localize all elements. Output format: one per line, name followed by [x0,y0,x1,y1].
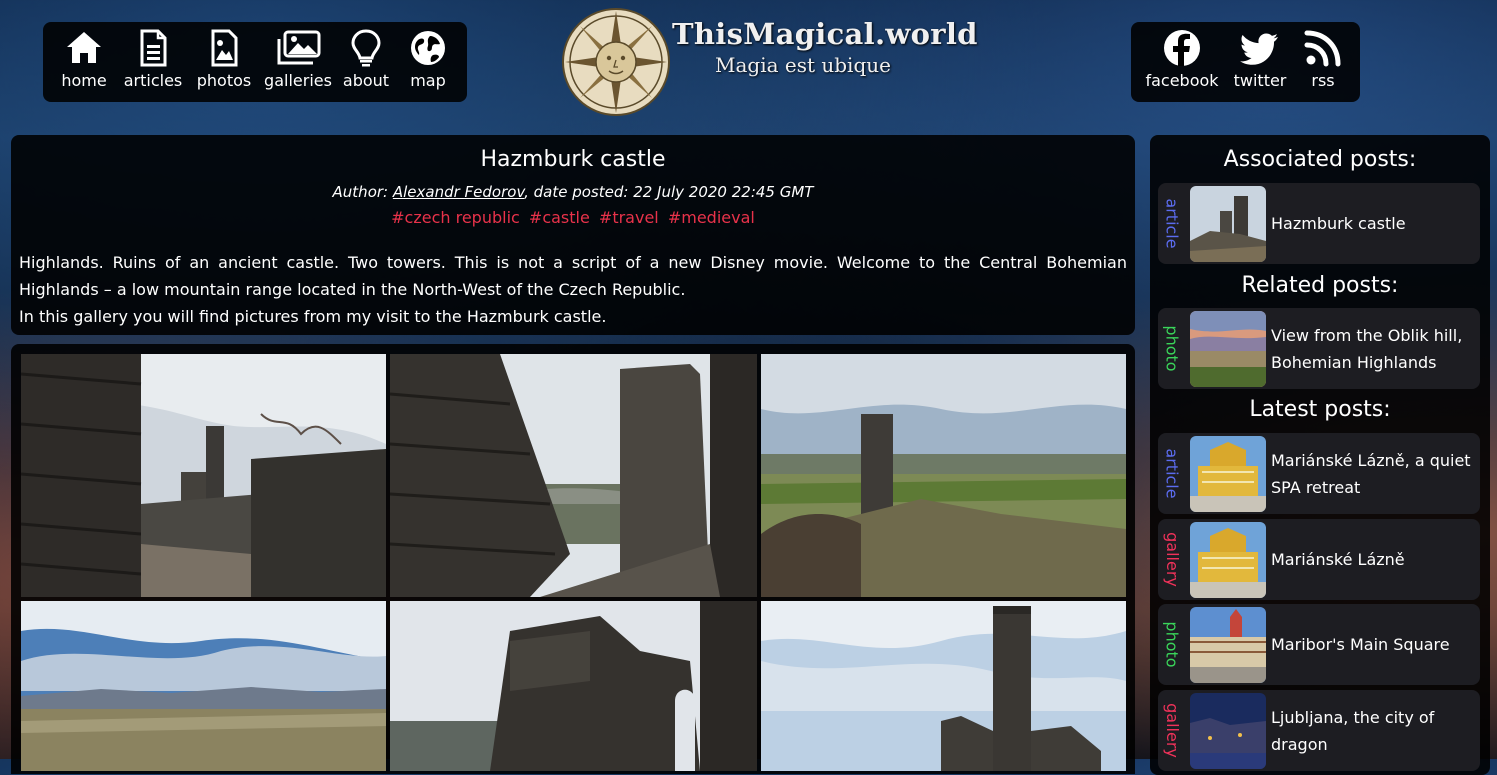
post-type-label: article [1162,198,1182,249]
post-title-link: Maribor's Main Square [1271,635,1450,654]
nav-about-label: about [342,71,390,90]
post-panel: Hazmburk castle Author: Alexandr Fedorov… [11,135,1135,335]
post-thumbnail [1190,311,1266,387]
photo-icon [211,29,238,67]
latest-heading: Latest posts: [1249,397,1391,422]
post-type-label: gallery [1162,703,1182,758]
tag-link[interactable]: #travel [599,208,659,227]
gallery-photo[interactable] [761,354,1126,597]
gallery-panel [11,344,1135,774]
site-logo[interactable]: ThisMagical.world Magia est ubique [561,7,977,120]
nav-photos[interactable]: photos [194,28,254,90]
nav-photos-label: photos [196,71,252,90]
associated-heading: Associated posts: [1223,147,1417,172]
nav-about[interactable]: about [340,28,392,90]
site-title: ThisMagical.world [672,17,978,51]
author-prefix: Author: [332,183,393,201]
nav-home-label: home [61,71,107,90]
post-paragraph: In this gallery you will find pictures f… [19,307,607,326]
post-type-label: gallery [1162,532,1182,587]
related-post-card[interactable]: photo View from the Oblik hill, Bohemian… [1158,308,1480,389]
home-icon [67,32,101,63]
post-type-label: photo [1162,325,1182,372]
tag-link[interactable]: #castle [529,208,590,227]
post-title: Hazmburk castle [480,147,666,172]
author-link[interactable]: Alexandr Fedorov [393,183,524,201]
post-paragraph: Highlands. Ruins of an ancient castle. T… [19,253,1127,299]
post-thumbnail [1190,693,1266,769]
latest-post-card[interactable]: photo Maribor's Main Square [1158,604,1480,685]
related-heading: Related posts: [1241,273,1399,298]
post-meta: Author: Alexandr Fedorov, date posted: 2… [11,183,1135,201]
sidebar: Associated posts: article Hazmburk castl… [1150,135,1490,775]
gallery-photo[interactable] [761,601,1126,771]
tag-link[interactable]: #medieval [668,208,755,227]
gallery-icon [277,30,321,65]
post-date: , date posted: 22 July 2020 22:45 GMT [524,183,814,201]
post-type-label: article [1162,448,1182,499]
social-twitter-label: twitter [1233,71,1287,90]
post-thumbnail [1190,522,1266,598]
latest-post-card[interactable]: gallery Mariánské Lázně [1158,519,1480,600]
nav-home[interactable]: home [58,28,110,90]
post-body: Highlands. Ruins of an ancient castle. T… [19,249,1127,330]
post-title-link: Mariánské Lázně [1271,550,1405,569]
tag-link[interactable]: #czech republic [391,208,520,227]
latest-post-card[interactable]: article Mariánské Lázně, a quiet SPA ret… [1158,433,1480,514]
document-icon [140,29,167,67]
post-type-label: photo [1162,621,1182,668]
gallery-photo[interactable] [390,354,757,597]
gallery-photo[interactable] [21,354,386,597]
twitter-icon [1240,33,1278,65]
social-rss[interactable]: rss [1299,28,1347,90]
nav-map-label: map [410,71,446,90]
social-rss-label: rss [1311,71,1335,90]
facebook-icon [1164,30,1200,66]
social-facebook[interactable]: facebook [1145,28,1219,90]
nav-galleries[interactable]: galleries [263,28,333,90]
gallery-photo[interactable] [21,601,386,771]
social-facebook-label: facebook [1145,71,1219,90]
nav-galleries-label: galleries [264,71,332,90]
post-title-link: View from the Oblik hill, Bohemian Highl… [1271,326,1463,372]
nav-map[interactable]: map [402,28,454,90]
nav-articles[interactable]: articles [124,28,182,90]
nav-articles-label: articles [123,71,183,90]
post-thumbnail [1190,186,1266,262]
rss-icon [1304,30,1341,67]
lightbulb-icon [351,29,381,67]
gallery-photo[interactable] [390,601,757,771]
social-nav: facebook twitter rss [1131,22,1360,102]
post-thumbnail [1190,436,1266,512]
post-title-link: Mariánské Lázně, a quiet SPA retreat [1271,451,1471,497]
post-tags: #czech republic #castle #travel #medieva… [11,208,1135,227]
post-title-link: Ljubljana, the city of dragon [1271,708,1435,754]
site-subtitle: Magia est ubique [715,53,891,77]
social-twitter[interactable]: twitter [1231,28,1289,90]
globe-icon [411,31,445,65]
post-thumbnail [1190,607,1266,683]
associated-post-card[interactable]: article Hazmburk castle [1158,183,1480,264]
post-title-link: Hazmburk castle [1271,214,1406,233]
sun-compass-icon [562,8,670,116]
main-nav: home articles photos galleries about map [43,22,467,102]
